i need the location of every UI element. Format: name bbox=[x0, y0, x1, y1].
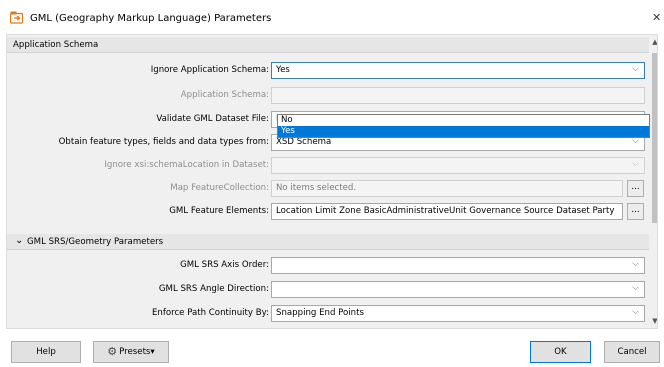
ignore-schema-label: Ignore Application Schema: bbox=[150, 65, 269, 75]
section-label: GML SRS/Geometry Parameters bbox=[27, 237, 164, 247]
section-application-schema[interactable]: Application Schema bbox=[7, 37, 649, 53]
title-bar: GML (Geography Markup Language) Paramete… bbox=[0, 0, 664, 34]
app-icon bbox=[10, 11, 24, 24]
gear-icon: ⚙ bbox=[107, 345, 118, 358]
obtain-label: Obtain feature types, fields and data ty… bbox=[58, 137, 269, 147]
chevron-down-icon: ⌵ bbox=[632, 159, 639, 169]
ignore-xsi-select: ⌵ bbox=[271, 157, 645, 174]
scroll-down-icon[interactable]: ▼ bbox=[651, 317, 657, 325]
ignore-schema-dropdown-list: No Yes bbox=[277, 114, 650, 138]
validate-label: Validate GML Dataset File: bbox=[156, 114, 269, 124]
feature-elements-browse-button[interactable]: ... bbox=[627, 203, 644, 220]
feature-elements-label: GML Feature Elements: bbox=[169, 206, 269, 216]
chevron-down-icon: ⌵ bbox=[632, 307, 639, 317]
vertical-scrollbar[interactable]: ▲ ▼ bbox=[651, 35, 657, 328]
angle-direction-label: GML SRS Angle Direction: bbox=[158, 284, 269, 294]
map-fc-field: No items selected. bbox=[271, 180, 623, 197]
map-fc-browse-button[interactable]: ... bbox=[627, 180, 644, 197]
feature-elements-field[interactable]: Location Limit Zone BasicAdministrativeU… bbox=[271, 203, 623, 220]
map-fc-label: Map FeatureCollection: bbox=[170, 183, 269, 193]
axis-order-select[interactable]: ⌵ bbox=[271, 257, 645, 274]
chevron-down-icon: ⌄ bbox=[15, 235, 24, 246]
app-schema-field bbox=[271, 87, 645, 104]
window-title: GML (Geography Markup Language) Paramete… bbox=[30, 13, 272, 24]
chevron-down-icon: ⌵ bbox=[632, 283, 639, 293]
path-continuity-label: Enforce Path Continuity By: bbox=[151, 308, 269, 318]
angle-direction-select[interactable]: ⌵ bbox=[271, 281, 645, 298]
app-schema-label: Application Schema: bbox=[180, 90, 269, 100]
scroll-up-icon[interactable]: ▲ bbox=[651, 38, 657, 46]
ignore-schema-select[interactable]: Yes ⌵ bbox=[271, 62, 645, 79]
dropdown-option-no[interactable]: No bbox=[278, 115, 649, 126]
section-srs-geometry[interactable]: ⌄ GML SRS/Geometry Parameters bbox=[7, 234, 649, 250]
presets-label: Presets▾ bbox=[119, 347, 155, 357]
ignore-xsi-label: Ignore xsi:schemaLocation in Dataset: bbox=[104, 160, 269, 170]
presets-button[interactable]: ⚙ Presets▾ bbox=[93, 341, 169, 363]
chevron-down-icon: ⌵ bbox=[632, 64, 639, 74]
dropdown-option-yes[interactable]: Yes bbox=[278, 126, 649, 137]
cancel-button[interactable]: Cancel bbox=[604, 341, 660, 363]
scroll-thumb[interactable] bbox=[652, 53, 657, 223]
parameters-panel: Application Schema Ignore Application Sc… bbox=[6, 34, 658, 329]
section-label: Application Schema bbox=[13, 40, 99, 50]
chevron-down-icon: ⌵ bbox=[632, 259, 639, 269]
path-continuity-select[interactable]: Snapping End Points ⌵ bbox=[271, 305, 645, 322]
help-button[interactable]: Help bbox=[11, 341, 81, 363]
axis-order-label: GML SRS Axis Order: bbox=[180, 260, 269, 270]
close-icon[interactable]: ✕ bbox=[652, 11, 661, 24]
ok-button[interactable]: OK bbox=[530, 341, 591, 363]
